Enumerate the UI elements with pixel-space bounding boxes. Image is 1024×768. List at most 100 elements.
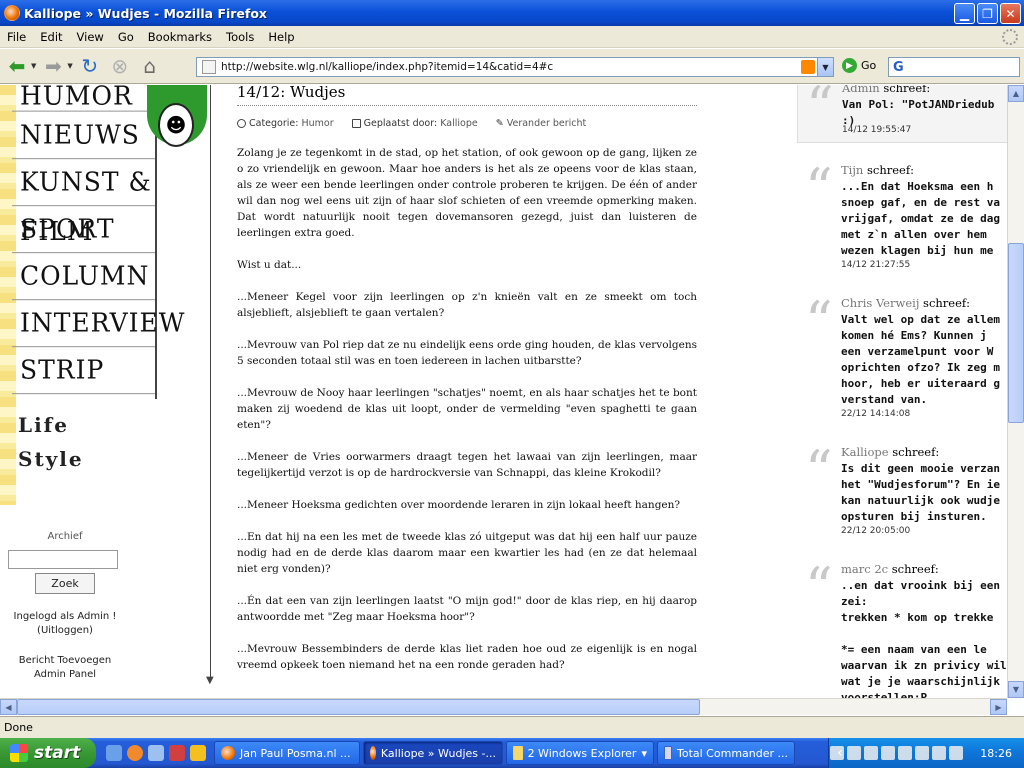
menu-bookmarks[interactable]: Bookmarks	[141, 30, 219, 44]
menu-help[interactable]: Help	[261, 30, 301, 44]
address-input[interactable]: http://website.wlg.nl/kalliope/index.php…	[221, 61, 801, 73]
total-commander-icon	[664, 746, 672, 760]
edit-post-link[interactable]: ✎ Verander bericht	[496, 118, 587, 129]
comment-author: Kalliope schreef:	[841, 445, 939, 459]
tray-icon[interactable]	[915, 746, 930, 760]
task-button[interactable]: 2 Windows Explorer ▾	[506, 741, 654, 765]
clock[interactable]: 18:26	[980, 747, 1012, 760]
search-button[interactable]: Zoek	[35, 573, 95, 594]
start-button[interactable]: start	[0, 738, 96, 768]
address-dropdown-icon[interactable]: ▼	[817, 58, 833, 76]
close-button[interactable]: ✕	[1000, 3, 1021, 24]
tray-icon[interactable]	[898, 746, 913, 760]
scroll-right-icon[interactable]: ▶	[990, 699, 1007, 715]
back-history-dropdown-icon[interactable]: ▼	[31, 62, 36, 70]
article-paragraph: ...Meneer de Vries oorwarmers draagt teg…	[237, 451, 697, 479]
comment-item: “ marc 2c schreef: ..en dat vrooink bij …	[797, 561, 1007, 701]
task-button[interactable]: Jan Paul Posma.nl ...	[214, 741, 360, 765]
comment-says: schreef:	[923, 296, 971, 310]
article-paragraph: Zolang je ze tegenkomt in de stad, op he…	[237, 147, 697, 239]
comment-author-name[interactable]: Kalliope	[841, 445, 889, 459]
tray-icon[interactable]	[864, 746, 879, 760]
article: 14/12: Wudjes Categorie: Humor Geplaatst…	[237, 85, 697, 689]
firefox-icon	[4, 5, 20, 21]
menu-go[interactable]: Go	[111, 30, 141, 44]
author-link[interactable]: Kalliope	[440, 118, 478, 129]
home-button[interactable]: ⌂	[137, 53, 163, 79]
rss-feed-icon[interactable]	[801, 60, 815, 74]
admin-panel-link[interactable]: Admin Panel	[0, 669, 130, 680]
volume-icon[interactable]	[932, 746, 947, 760]
horizontal-scroll-thumb[interactable]	[17, 699, 700, 715]
vertical-scrollbar[interactable]: ▲ ▼	[1007, 85, 1024, 698]
ie-icon[interactable]	[106, 745, 122, 761]
comment-author-name[interactable]: Tijn	[841, 163, 863, 177]
nav-kunst-film[interactable]: KUNST & FILM	[12, 157, 155, 246]
start-label: start	[34, 743, 81, 763]
comment-author: Tijn schreef:	[841, 163, 914, 177]
firefox-quicklaunch-icon[interactable]	[127, 745, 143, 761]
menu-tools[interactable]: Tools	[219, 30, 261, 44]
media-icon[interactable]	[169, 745, 185, 761]
scroll-left-icon[interactable]: ◀	[0, 699, 17, 715]
tray-icon[interactable]	[847, 746, 862, 760]
section-nav: HUMOR NIEUWS KUNST & FILM SPORT COLUMN I…	[12, 85, 184, 399]
network-icon[interactable]	[949, 746, 964, 760]
tray-expand-icon[interactable]: ‹	[832, 744, 848, 762]
category-link[interactable]: Humor	[302, 118, 334, 129]
horizontal-scrollbar[interactable]: ◀ ▶	[0, 698, 1007, 715]
comment-item: “ Kalliope schreef: Is dit geen mooie ve…	[797, 444, 1007, 540]
system-tray: 18:26	[828, 738, 1024, 768]
comment-text: ..en dat vrooink bij een zei: trekken * …	[841, 579, 1007, 700]
minimize-button[interactable]: ▁	[954, 3, 975, 24]
page-content: HUMOR NIEUWS KUNST & FILM SPORT COLUMN I…	[0, 85, 1024, 700]
nav-nieuws[interactable]: NIEUWS	[12, 110, 155, 160]
article-title: 14/12: Wudjes	[237, 85, 697, 106]
comment-says: schreef:	[892, 445, 940, 459]
author-meta: Geplaatst door: Kalliope	[351, 118, 478, 129]
comment-author-name[interactable]: Chris Verweij	[841, 296, 919, 310]
app-icon[interactable]	[190, 745, 206, 761]
forward-button[interactable]: ➡	[40, 53, 66, 79]
comment-time: 22/12 20:05:00	[841, 526, 911, 536]
task-button-active[interactable]: Kalliope » Wudjes -...	[363, 741, 503, 765]
forward-history-dropdown-icon[interactable]: ▼	[67, 62, 72, 70]
go-button[interactable]: ▶ Go	[842, 58, 876, 73]
search-input[interactable]: G	[888, 57, 1020, 77]
scroll-up-icon[interactable]: ▲	[1008, 85, 1024, 102]
logout-link[interactable]: (Uitloggen)	[0, 625, 130, 636]
nav-strip[interactable]: STRIP	[12, 345, 155, 395]
reload-button[interactable]: ↻	[77, 53, 103, 79]
back-button[interactable]: ⬅	[4, 53, 30, 79]
task-button[interactable]: Total Commander ...	[657, 741, 795, 765]
quote-icon: “	[805, 157, 833, 220]
menu-file[interactable]: File	[0, 30, 33, 44]
scroll-down-icon[interactable]: ▼	[1008, 681, 1024, 698]
stop-button[interactable]: ⊗	[107, 53, 133, 79]
taskbar: start Jan Paul Posma.nl ... Kalliope » W…	[0, 738, 1024, 768]
comment-author-name[interactable]: marc 2c	[841, 562, 888, 576]
nav-interview[interactable]: INTERVIEW	[12, 298, 184, 348]
add-post-link[interactable]: Bericht Toevoegen	[0, 655, 130, 666]
restore-button[interactable]: ❐	[977, 3, 998, 24]
article-paragraph: ...Meneer Kegel voor zijn leerlingen op …	[237, 291, 697, 319]
nav-column[interactable]: COLUMN	[12, 251, 155, 301]
comment-item: “ Admin schreef: Van Pol: "PotJANDriedub…	[797, 85, 1007, 143]
nav-style[interactable]: Style	[18, 447, 84, 471]
menu-view[interactable]: View	[70, 30, 111, 44]
address-bar[interactable]: http://website.wlg.nl/kalliope/index.php…	[196, 57, 834, 77]
nav-life[interactable]: Life	[18, 413, 69, 437]
window-titlebar[interactable]: Kalliope » Wudjes - Mozilla Firefox ▁ ❐ …	[0, 0, 1024, 26]
comment-author-name[interactable]: Admin	[842, 85, 880, 95]
comment-time: 14/12 19:55:47	[842, 125, 912, 135]
comment-author: Chris Verweij schreef:	[841, 296, 970, 310]
menu-edit[interactable]: Edit	[33, 30, 69, 44]
messenger-icon[interactable]	[148, 745, 164, 761]
go-arrow-icon: ▶	[842, 58, 857, 73]
tray-icon[interactable]	[881, 746, 896, 760]
archive-search-input[interactable]	[8, 550, 118, 569]
vertical-scroll-thumb[interactable]	[1008, 243, 1024, 423]
nav-sport[interactable]: SPORT	[12, 204, 155, 254]
task-label: Kalliope » Wudjes -...	[380, 746, 496, 760]
nav-humor[interactable]: HUMOR	[12, 85, 155, 112]
